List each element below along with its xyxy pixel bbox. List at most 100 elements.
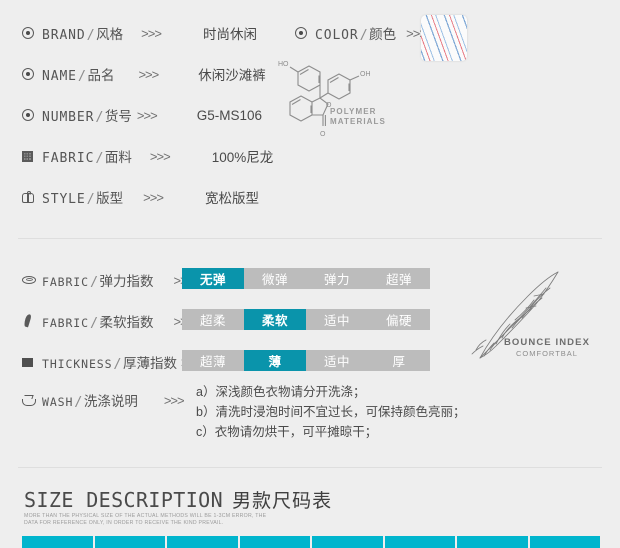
index-label-softness: FABRIC/柔软指数: [42, 315, 154, 331]
size-header-cell[interactable]: [167, 536, 238, 548]
softness-segment-2[interactable]: 适中: [306, 309, 368, 330]
spec-value-style: 宽松版型: [204, 191, 259, 206]
bounce-index-caption: BOUNCE INDEX COMFORTBAL: [492, 337, 602, 358]
chem-label-oh: OH: [360, 71, 371, 78]
chem-label-ho: HO: [278, 61, 289, 68]
elasticity-segment-2[interactable]: 弹力: [306, 268, 368, 289]
product-detail-page: BRAND/风格 >>> 时尚休闲 NAME/品名 >>> 休闲沙滩裤 NUMB…: [0, 0, 620, 548]
spec-value-fabric: 100%尼龙: [211, 150, 274, 165]
spec-label-brand: BRAND/风格: [42, 27, 124, 43]
spec-label-number: NUMBER/货号: [42, 109, 132, 125]
index-label-elasticity: FABRIC/弹力指数: [42, 274, 154, 290]
spec-label-en: BRAND: [42, 28, 86, 43]
elasticity-segment-0[interactable]: 无弹: [182, 268, 244, 289]
index-row-elasticity: FABRIC/弹力指数 >>>: [22, 269, 194, 291]
index-label-cn: 洗涤说明: [83, 394, 138, 409]
index-row-thickness: THICKNESS/厚薄指数 >>>: [22, 351, 202, 373]
elasticity-index-bar[interactable]: 无弹 微弹 弹力 超弹: [182, 268, 430, 289]
square-icon: [22, 357, 42, 367]
wash-basin-icon: [22, 395, 42, 406]
softness-index-bar[interactable]: 超柔 柔软 适中 偏硬: [182, 309, 430, 330]
softness-segment-3[interactable]: 偏硬: [368, 309, 430, 330]
circle-dot-icon: [22, 27, 42, 39]
arrow-separator: >>>: [149, 148, 171, 164]
hanger-icon: [22, 191, 42, 203]
thickness-index-bar[interactable]: 超薄 薄 适中 厚: [182, 350, 430, 371]
spec-label-cn: 面料: [104, 150, 132, 165]
size-header-cell[interactable]: [384, 536, 455, 548]
size-header-cell[interactable]: [22, 536, 93, 548]
spec-row-color: COLOR/颜色 >>>: [295, 22, 427, 44]
brush-icon: [22, 314, 42, 328]
index-label-en: THICKNESS: [42, 357, 113, 371]
index-label-cn: 厚薄指数: [122, 356, 177, 371]
index-label-en: FABRIC: [42, 316, 89, 330]
size-title-cn: 男款尺码表: [232, 491, 333, 512]
polymer-caption-line1: POLYMER: [330, 107, 377, 116]
softness-segment-0[interactable]: 超柔: [182, 309, 244, 330]
spec-row-name: NAME/品名 >>> 休闲沙滩裤: [22, 63, 266, 85]
elasticity-segment-1[interactable]: 微弹: [244, 268, 306, 289]
spec-label-en: COLOR: [315, 28, 359, 43]
spec-label-cn: 版型: [96, 191, 124, 206]
wash-instruction-line-b: b）清洗时浸泡时间不宜过长，可保持颜色亮丽；: [196, 405, 466, 419]
size-header-cell[interactable]: [529, 536, 600, 548]
thickness-segment-2[interactable]: 适中: [306, 350, 368, 371]
polymer-chem-graphic: HO OH O O: [276, 58, 386, 151]
spec-label-en: STYLE: [42, 192, 86, 207]
spec-label-en: FABRIC: [42, 151, 95, 166]
wash-instruction-line-a: a）深浅颜色衣物请分开洗涤；: [196, 385, 366, 399]
spec-label-fabric: FABRIC/面料: [42, 150, 132, 166]
size-description-title: SIZE DESCRIPTION 男款尺码表: [24, 486, 332, 513]
size-title-en: SIZE DESCRIPTION: [24, 488, 224, 512]
circle-dot-icon: [295, 27, 315, 39]
section-divider-bottom: [18, 467, 602, 468]
spec-label-cn: 货号: [104, 109, 132, 124]
size-description-subtitle: MORE THAN THE PHYSICAL SIZE OF THE ACTUA…: [24, 513, 267, 526]
spec-row-fabric: FABRIC/面料 >>> 100%尼龙: [22, 145, 273, 167]
size-header-cell[interactable]: [312, 536, 383, 548]
size-header-cell[interactable]: [457, 536, 528, 548]
chem-label-o2: O: [320, 131, 326, 138]
thickness-segment-3[interactable]: 厚: [368, 350, 430, 371]
section-divider-top: [18, 238, 602, 239]
size-header-cell[interactable]: [94, 536, 165, 548]
index-row-softness: FABRIC/柔软指数 >>>: [22, 310, 194, 332]
arrow-separator: >>>: [136, 107, 158, 123]
arrow-separator: >>>: [141, 25, 162, 41]
index-label-en: FABRIC: [42, 275, 89, 289]
index-label-cn: 柔软指数: [99, 315, 154, 330]
spec-label-name: NAME/品名: [42, 68, 115, 84]
spec-row-brand: BRAND/风格 >>> 时尚休闲: [22, 22, 257, 44]
fabric-grid-icon: [22, 150, 42, 162]
spec-label-style: STYLE/版型: [42, 191, 124, 207]
spec-value-brand: 时尚休闲: [202, 27, 257, 42]
index-label-wash: WASH/洗涤说明: [42, 394, 138, 410]
size-table-header: [22, 536, 600, 548]
bounce-caption-line2: COMFORTBAL: [516, 349, 578, 358]
bounce-caption-line1: BOUNCE INDEX: [503, 337, 591, 348]
size-header-cell[interactable]: [239, 536, 310, 548]
wash-instruction-line-c: c）衣物请勿烘干，可平摊晾干；: [196, 425, 378, 439]
striped-fabric-swatch[interactable]: [421, 15, 467, 61]
index-row-wash: WASH/洗涤说明 >>>: [22, 389, 185, 411]
spec-label-en: NUMBER: [42, 110, 95, 125]
wash-instruction-list: a）深浅颜色衣物请分开洗涤； b）清洗时浸泡时间不宜过长，可保持颜色亮丽； c）…: [196, 382, 465, 442]
elasticity-segment-3[interactable]: 超弹: [368, 268, 430, 289]
thickness-segment-0[interactable]: 超薄: [182, 350, 244, 371]
circle-dot-icon: [22, 109, 42, 121]
spec-label-cn: 风格: [96, 27, 124, 42]
circle-dot-icon: [22, 68, 42, 80]
spec-label-en: NAME: [42, 69, 77, 84]
arrow-separator: >>>: [138, 66, 159, 82]
thickness-segment-1[interactable]: 薄: [244, 350, 306, 371]
index-label-cn: 弹力指数: [99, 274, 154, 289]
polymer-caption: POLYMER MATERIALS: [330, 107, 386, 127]
index-label-thickness: THICKNESS/厚薄指数: [42, 356, 177, 372]
arrow-separator: >>>: [163, 392, 185, 408]
softness-segment-1[interactable]: 柔软: [244, 309, 306, 330]
ring-icon: [22, 276, 42, 284]
spec-row-number: NUMBER/货号 >>> G5-MS106: [22, 104, 262, 126]
spec-value-number: G5-MS106: [196, 107, 262, 123]
spec-label-cn: 品名: [87, 68, 115, 83]
